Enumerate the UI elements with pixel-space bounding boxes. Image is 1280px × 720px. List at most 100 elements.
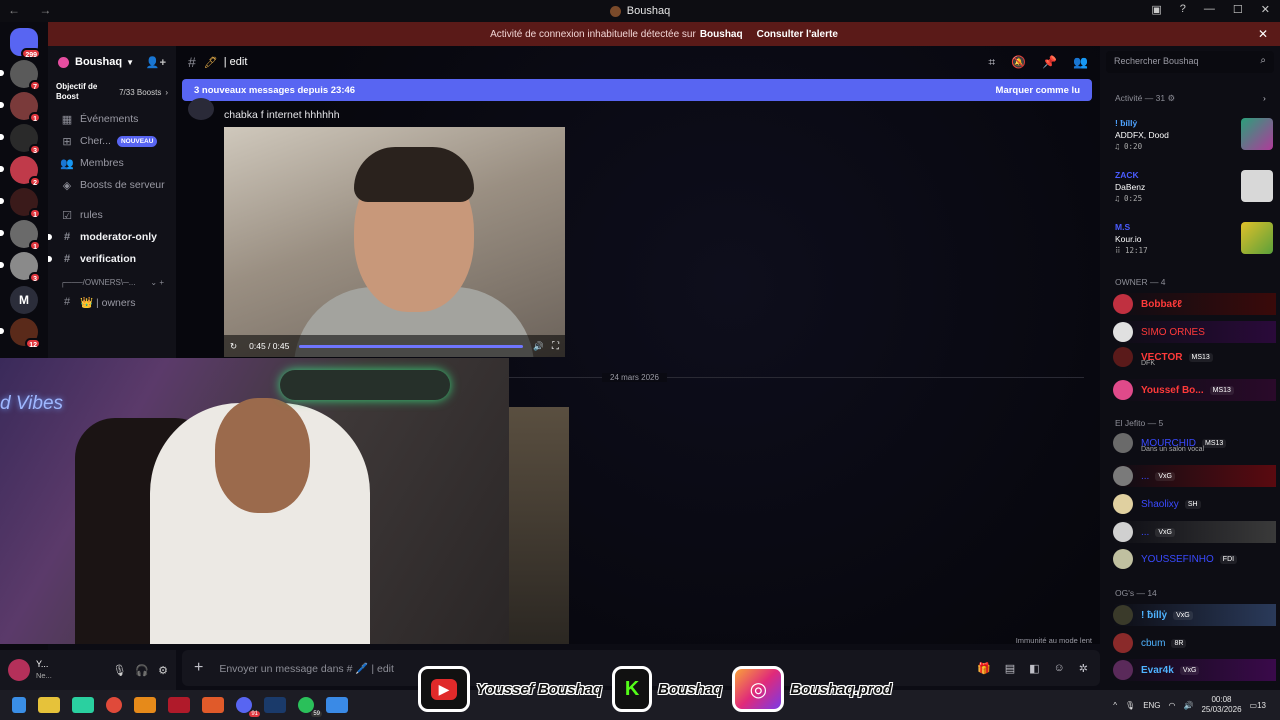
- server-icon-m[interactable]: M: [10, 286, 38, 314]
- mute-bell-icon[interactable]: 🔕: [1011, 55, 1026, 70]
- mic-tray-icon[interactable]: 🎙: [1125, 701, 1135, 710]
- add-member-icon[interactable]: 👤+: [146, 56, 166, 69]
- member-item[interactable]: VECTOR MS13 DFK: [1113, 346, 1276, 368]
- add-channel-icon[interactable]: ⌄ +: [150, 278, 164, 287]
- close-button[interactable]: ✕: [1261, 3, 1270, 16]
- member-item[interactable]: Shaolixy SH: [1113, 493, 1276, 515]
- sidebar-item-browse[interactable]: ⊞ Cher... NOUVEAU: [48, 130, 176, 152]
- member-item[interactable]: YOUSSEFINHO FDI: [1113, 548, 1276, 570]
- server-icon[interactable]: 12: [0, 318, 41, 349]
- headphones-icon[interactable]: 🎧: [135, 664, 149, 677]
- alert-action-button[interactable]: Consulter l'alerte: [757, 29, 838, 40]
- search-icon: ⌕: [1260, 55, 1266, 66]
- threads-icon[interactable]: ⌗: [988, 55, 995, 70]
- clan-tag: SH: [1184, 499, 1201, 509]
- boost-goal[interactable]: Objectif de Boost 7/33 Boosts ›: [56, 82, 168, 102]
- user-panel: Y... Ne... 🎙 🎧 ⚙: [0, 650, 176, 690]
- emoji-icon[interactable]: ☺: [1054, 662, 1065, 675]
- maximize-button[interactable]: ☐: [1233, 3, 1243, 16]
- search-input[interactable]: Rechercher Boushaq ⌕: [1106, 51, 1274, 73]
- member-item[interactable]: ... VxG: [1113, 521, 1276, 543]
- unread-badge: 3: [29, 144, 41, 155]
- file-explorer-icon[interactable]: [38, 697, 60, 713]
- video-progress-bar[interactable]: [299, 344, 524, 348]
- gift-icon[interactable]: 🎁: [977, 662, 991, 675]
- sidebar-item-events[interactable]: ▦ Événements: [48, 108, 176, 130]
- minimize-button[interactable]: —: [1204, 3, 1215, 16]
- embedded-image[interactable]: [509, 407, 569, 644]
- message-input[interactable]: Envoyer un message dans # 🖊️ | edit: [219, 662, 394, 675]
- channel-verification[interactable]: # verification: [48, 248, 176, 270]
- member-item[interactable]: ! ƀíllẏ VxG: [1113, 604, 1276, 626]
- microphone-icon[interactable]: 🎙: [112, 664, 126, 677]
- server-icon[interactable]: 7: [0, 60, 41, 91]
- pin-icon[interactable]: 📌: [1042, 55, 1057, 70]
- app-icon[interactable]: [168, 697, 190, 713]
- volume-icon[interactable]: 🔊: [533, 341, 544, 352]
- member-item[interactable]: ... VxG: [1113, 465, 1276, 487]
- mark-as-read-button[interactable]: Marquer comme lu: [996, 85, 1080, 96]
- settings-gear-icon[interactable]: ⚙: [158, 664, 168, 677]
- activity-card[interactable]: ZACK DaBenz ♫ 0:25: [1115, 170, 1273, 214]
- clock[interactable]: 00:08 25/03/2026: [1201, 695, 1241, 715]
- channel-category[interactable]: ┌───/OWNERS\─... ⌄ +: [48, 270, 176, 291]
- unread-indicator: [48, 256, 52, 262]
- whatsapp-icon[interactable]: 59: [298, 697, 322, 717]
- gif-icon[interactable]: ▤: [1005, 662, 1015, 675]
- nav-arrows[interactable]: ← →: [8, 3, 59, 17]
- close-icon[interactable]: ✕: [1258, 27, 1268, 41]
- member-item[interactable]: Youssef Bo... MS13: [1113, 379, 1276, 401]
- channel-rules[interactable]: ☑ rules: [48, 204, 176, 226]
- language-indicator[interactable]: ENG: [1143, 701, 1160, 710]
- member-item[interactable]: Bobbaℓℓ: [1113, 293, 1276, 315]
- vlc-icon[interactable]: [134, 697, 156, 713]
- replay-icon[interactable]: ↻: [230, 341, 237, 352]
- member-list: Rechercher Boushaq ⌕ Activité — 31 ⚙ › !…: [1100, 46, 1280, 690]
- new-messages-bar[interactable]: 3 nouveaux messages depuis 23:46 Marquer…: [182, 79, 1092, 101]
- server-icon[interactable]: 2: [0, 156, 41, 187]
- sticker-icon[interactable]: ◧: [1029, 662, 1039, 675]
- activity-card[interactable]: ! ƀíllẏ ADDFX, Dood ♫ 0:20: [1115, 118, 1273, 162]
- role-header: OWNER — 4: [1115, 277, 1166, 287]
- member-item[interactable]: cbum 8R: [1113, 632, 1276, 654]
- unread-indicator: [0, 70, 4, 76]
- chevron-right-icon[interactable]: ›: [1263, 93, 1266, 103]
- app-icon[interactable]: [326, 697, 348, 713]
- discord-home-button[interactable]: 299: [10, 28, 41, 59]
- server-icon[interactable]: 1: [0, 188, 41, 219]
- unread-badge: 12: [25, 338, 41, 349]
- sidebar-item-members[interactable]: 👥 Membres: [48, 152, 176, 174]
- apps-icon[interactable]: ✲: [1079, 662, 1088, 675]
- video-attachment[interactable]: ↻ 0:45 / 0:45 🔊 ⛶: [224, 127, 565, 357]
- volume-icon[interactable]: 🔊: [1184, 701, 1194, 710]
- steam-icon[interactable]: [264, 697, 286, 713]
- sidebar-item-boosts[interactable]: ◈ Boosts de serveur: [48, 174, 176, 196]
- channel-moderator-only[interactable]: # moderator-only: [48, 226, 176, 248]
- notifications-icon[interactable]: ▭13: [1250, 701, 1266, 710]
- fullscreen-icon[interactable]: ⛶: [552, 341, 559, 352]
- server-icon[interactable]: 1: [0, 220, 41, 251]
- help-icon[interactable]: ?: [1180, 3, 1186, 16]
- server-icon[interactable]: 3: [0, 124, 41, 155]
- tray-chevron-icon[interactable]: ^: [1113, 701, 1117, 710]
- brave-icon[interactable]: [202, 697, 224, 713]
- attach-plus-icon[interactable]: +: [194, 659, 203, 677]
- server-header[interactable]: Boushaq ▼ 👤+: [48, 46, 176, 78]
- inbox-icon[interactable]: ▣: [1151, 3, 1161, 16]
- activity-card[interactable]: M.S Kour.io ⠿ 12:17: [1115, 222, 1273, 266]
- server-icon[interactable]: 1: [0, 92, 41, 123]
- member-item[interactable]: MOURCHID MS13 Dans un salon vocal: [1113, 432, 1276, 454]
- member-item[interactable]: SIMO ORNES: [1113, 321, 1276, 343]
- member-list-icon[interactable]: 👥: [1073, 55, 1088, 70]
- start-windows-icon[interactable]: [12, 697, 26, 713]
- app-icon[interactable]: [72, 697, 94, 713]
- discord-icon[interactable]: 91: [236, 697, 260, 717]
- member-item[interactable]: Evar4k VxG: [1113, 659, 1276, 681]
- unread-badge: 2: [29, 176, 41, 187]
- server-icon[interactable]: 3: [0, 252, 41, 283]
- avatar[interactable]: [8, 659, 30, 681]
- channel-owners[interactable]: # 👑 | owners: [48, 291, 176, 313]
- avatar[interactable]: [188, 98, 214, 120]
- wifi-icon[interactable]: ◠: [1169, 701, 1176, 710]
- chrome-icon[interactable]: [106, 697, 122, 713]
